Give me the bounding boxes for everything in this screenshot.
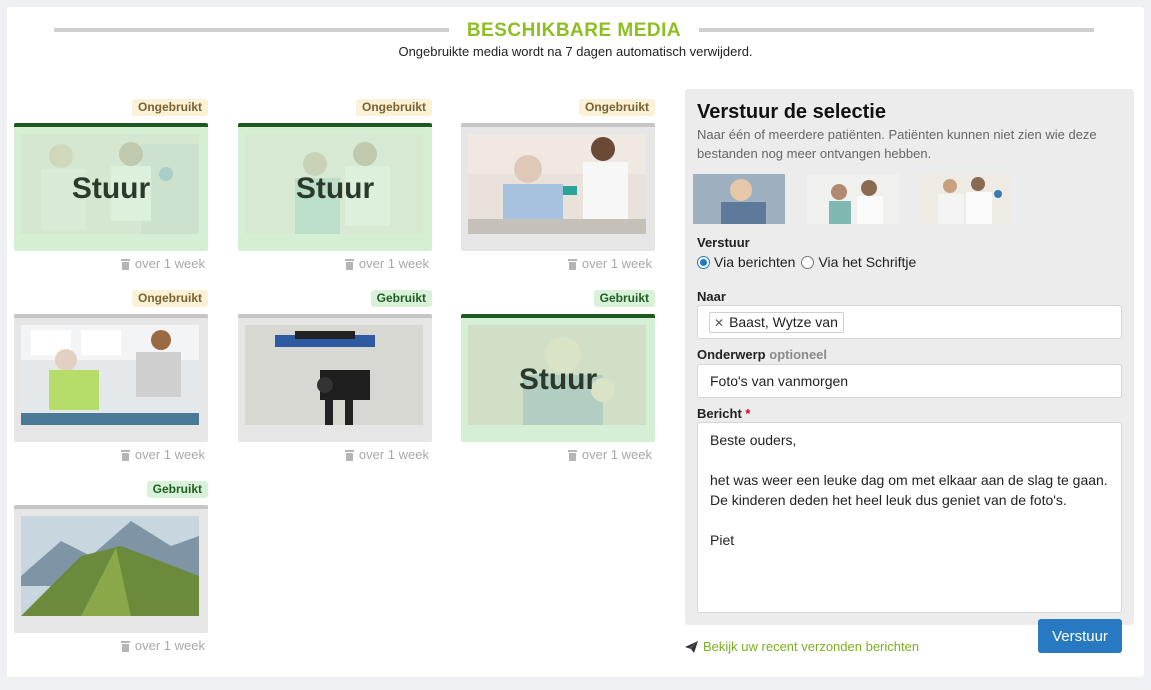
radio-via-schriftje[interactable] — [801, 255, 815, 269]
trash-icon[interactable] — [120, 449, 131, 461]
radio-label-berichten: Via berichten — [714, 254, 796, 270]
media-age-text: over 1 week — [134, 447, 205, 462]
subject-input[interactable]: Foto's van vanmorgen — [697, 364, 1122, 398]
trash-icon[interactable] — [344, 258, 355, 270]
send-overlay-label: Stuur — [518, 363, 598, 396]
media-age: over 1 week — [120, 447, 205, 462]
trash-icon[interactable] — [567, 258, 578, 270]
status-badge: Gebruikt — [146, 481, 208, 498]
media-tile[interactable]: Gebruikt Stuur over 1 week — [461, 290, 655, 462]
media-card[interactable] — [14, 314, 208, 442]
page-subtitle: Ongebruikte media wordt na 7 dagen autom… — [398, 44, 753, 59]
media-card-selected[interactable]: Stuur — [461, 314, 655, 442]
send-button[interactable]: Verstuur — [1038, 619, 1122, 653]
remove-recipient-icon[interactable]: ✕ — [714, 316, 724, 330]
media-tile[interactable]: Ongebruikt over 1 week — [14, 290, 208, 462]
media-tile[interactable]: Ongebruikt Stuur over 1 week — [238, 99, 432, 271]
status-badge: Gebruikt — [593, 290, 655, 307]
recipient-name: Baast, Wytze van — [729, 314, 838, 330]
media-card[interactable] — [14, 505, 208, 633]
verstuur-label: Verstuur — [697, 235, 750, 250]
selected-thumbnail — [920, 174, 1012, 224]
recipient-tag: ✕ Baast, Wytze van — [709, 312, 844, 333]
panel-title: Verstuur de selectie — [697, 101, 886, 123]
nurse-dumbbell-photo — [468, 134, 646, 234]
recent-messages-text: Bekijk uw recent verzonden berichten — [703, 639, 920, 654]
media-age: over 1 week — [567, 447, 652, 462]
media-card[interactable] — [238, 314, 432, 442]
status-badge: Gebruikt — [370, 290, 432, 307]
media-card-selected[interactable]: Stuur — [14, 123, 208, 251]
media-tile[interactable]: Ongebruikt over 1 week — [461, 99, 655, 271]
radio-via-berichten[interactable] — [697, 255, 710, 269]
trash-icon[interactable] — [567, 449, 578, 461]
status-badge: Ongebruikt — [131, 290, 208, 307]
mountain-ridge-photo — [21, 516, 199, 616]
message-textarea[interactable]: Beste ouders, het was weer een leuke dag… — [697, 422, 1122, 613]
status-badge: Ongebruikt — [578, 99, 655, 116]
media-age: over 1 week — [120, 256, 205, 271]
media-age-text: over 1 week — [581, 256, 652, 271]
gym-exercise-photo — [21, 325, 199, 425]
recipient-field[interactable]: ✕ Baast, Wytze van — [697, 305, 1122, 339]
status-badge: Ongebruikt — [131, 99, 208, 116]
trash-icon[interactable] — [120, 640, 131, 652]
trash-icon[interactable] — [344, 449, 355, 461]
media-age-text: over 1 week — [134, 256, 205, 271]
status-badge: Ongebruikt — [355, 99, 432, 116]
media-age-text: over 1 week — [358, 447, 429, 462]
media-age-text: over 1 week — [581, 447, 652, 462]
header-divider-left — [54, 28, 449, 32]
send-overlay-label: Stuur — [295, 172, 375, 205]
panel-description: Naar één of meerdere patiënten. Patiënte… — [697, 127, 1097, 161]
naar-label: Naar — [697, 289, 726, 304]
radio-label-schriftje: Via het Schriftje — [818, 254, 917, 270]
media-tile[interactable]: Gebruikt over 1 week — [238, 290, 432, 462]
media-age: over 1 week — [344, 447, 429, 462]
media-tile[interactable]: Gebruikt over 1 week — [14, 481, 208, 653]
required-mark: * — [745, 406, 751, 421]
bericht-label-text: Bericht — [697, 406, 742, 421]
media-tile[interactable]: Ongebruikt Stuur over 1 week — [14, 99, 208, 271]
media-age-text: over 1 week — [358, 256, 429, 271]
media-age: over 1 week — [344, 256, 429, 271]
send-selection-panel: Verstuur de selectie Naar één of meerder… — [685, 89, 1134, 625]
send-overlay-label: Stuur — [71, 172, 151, 205]
header-divider-right — [699, 28, 1094, 32]
bericht-label: Bericht * — [697, 406, 750, 421]
media-age: over 1 week — [120, 638, 205, 653]
trash-icon[interactable] — [120, 258, 131, 270]
recent-messages-link[interactable]: Bekijk uw recent verzonden berichten — [685, 639, 919, 654]
page-title: BESCHIKBARE MEDIA — [466, 20, 682, 41]
media-age-text: over 1 week — [134, 638, 205, 653]
media-card-selected[interactable]: Stuur — [238, 123, 432, 251]
paper-plane-icon — [685, 640, 698, 653]
optional-hint: optioneel — [769, 347, 828, 362]
media-age: over 1 week — [567, 256, 652, 271]
media-card[interactable] — [461, 123, 655, 251]
onderwerp-label: Onderwerp optioneel — [697, 347, 827, 362]
onderwerp-label-text: Onderwerp — [697, 347, 766, 362]
selected-thumbnail — [807, 174, 899, 224]
send-method-options: Via berichten Via het Schriftje — [697, 254, 916, 270]
camera-tripod-photo — [245, 325, 423, 425]
selected-thumbnail — [693, 174, 785, 224]
